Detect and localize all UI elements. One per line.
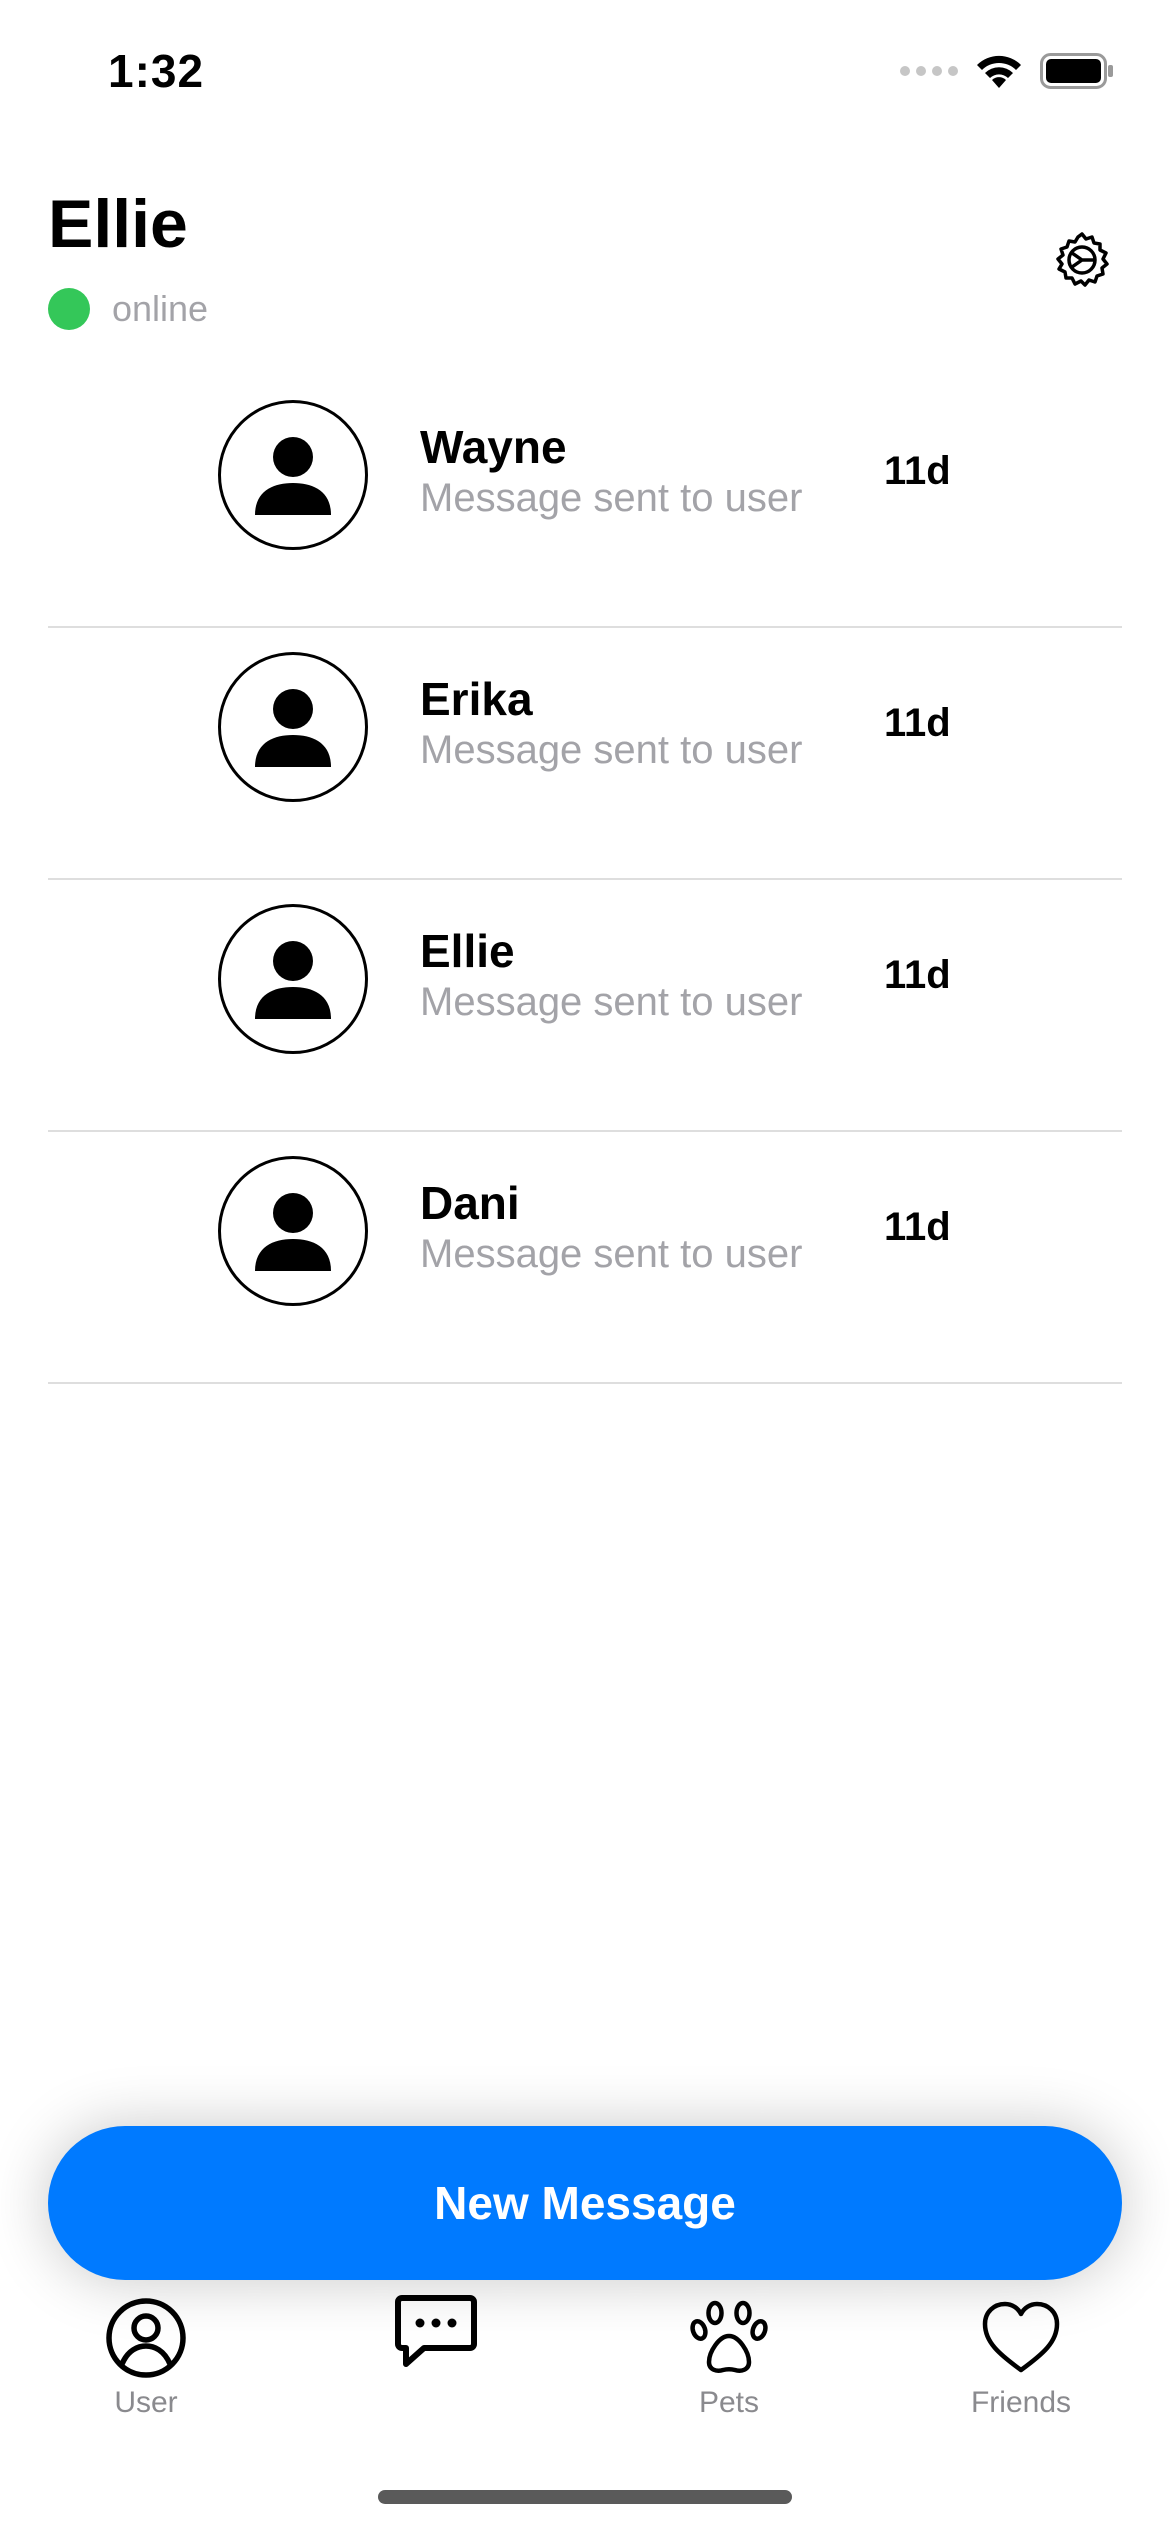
conversation-name: Ellie (420, 925, 515, 977)
tab-user-label: User (114, 2386, 178, 2419)
conversation-row[interactable]: Wayne Message sent to user 11d (48, 376, 1122, 628)
online-status: online (48, 288, 208, 330)
tab-messages[interactable] (336, 2292, 536, 2378)
conversation-row[interactable]: Erika Message sent to user 11d (48, 628, 1122, 880)
page-title: Ellie (48, 186, 188, 262)
conversation-preview: Message sent to user (420, 728, 803, 772)
person-icon (255, 941, 331, 1019)
new-message-button[interactable]: New Message (48, 2126, 1122, 2280)
conversation-time: 11d (884, 449, 951, 493)
conversation-row[interactable]: Ellie Message sent to user 11d (48, 880, 1122, 1132)
online-status-label: online (112, 288, 209, 329)
conversation-name: Dani (420, 1177, 520, 1229)
conversation-time: 11d (884, 953, 951, 997)
conversation-time: 11d (884, 1205, 951, 1249)
avatar (218, 400, 368, 550)
conversation-preview: Message sent to user (420, 476, 803, 520)
gear-icon[interactable] (1050, 228, 1114, 292)
conversation-name: Erika (420, 673, 533, 725)
battery-icon (1040, 53, 1113, 89)
tab-user[interactable]: User (46, 2296, 246, 2420)
person-icon (255, 1193, 331, 1271)
avatar (218, 904, 368, 1054)
conversation-name: Wayne (420, 421, 567, 473)
person-icon (255, 437, 331, 515)
conversation-time: 11d (884, 701, 951, 745)
person-circle-icon (106, 2298, 186, 2378)
paw-icon (690, 2300, 768, 2373)
online-status-dot (48, 288, 90, 330)
status-time: 1:32 (108, 45, 205, 97)
message-bubble-icon (395, 2295, 477, 2367)
cellular-signal-icon (900, 66, 958, 76)
tab-friends-label: Friends (970, 2386, 1072, 2419)
conversation-row[interactable]: Dani Message sent to user 11d (48, 1132, 1122, 1384)
tab-friends[interactable]: Friends (921, 2296, 1121, 2420)
wifi-icon (977, 55, 1021, 88)
heart-icon (982, 2301, 1060, 2373)
person-icon (255, 689, 331, 767)
conversation-list: Wayne Message sent to user 11d Erika Mes… (48, 376, 1122, 1384)
avatar (218, 652, 368, 802)
tab-bar: User Pets Friends (0, 2295, 1170, 2436)
tab-pets-label: Pets (698, 2386, 760, 2419)
status-indicators (900, 52, 1114, 90)
avatar (218, 1156, 368, 1306)
conversation-preview: Message sent to user (420, 1232, 803, 1276)
tab-pets[interactable]: Pets (629, 2296, 829, 2420)
conversation-preview: Message sent to user (420, 980, 803, 1024)
home-indicator[interactable] (378, 2490, 792, 2504)
